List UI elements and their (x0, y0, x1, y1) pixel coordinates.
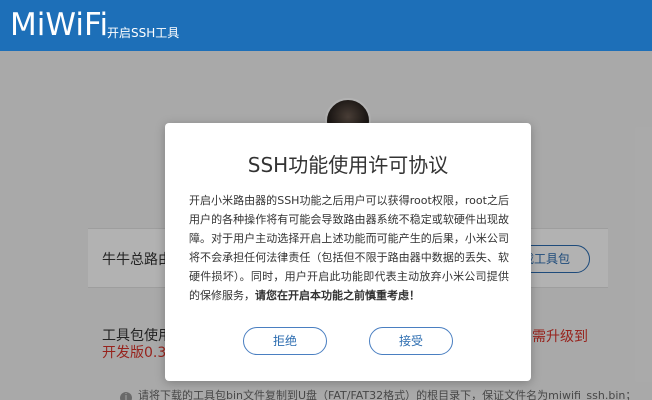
ssh-license-dialog: SSH功能使用许可协议 开启小米路由器的SSH功能之后用户可以获得root权限，… (165, 123, 531, 381)
accept-button[interactable]: 接受 (369, 327, 453, 355)
dialog-emphasis-text: 请您在开启本功能之前慎重考虑！ (255, 289, 420, 302)
dialog-title: SSH功能使用许可协议 (247, 153, 449, 177)
header-title: 开启SSH工具 (107, 26, 180, 40)
reject-button[interactable]: 拒绝 (243, 327, 327, 355)
top-header: MiWiFi 开启SSH工具 (0, 0, 652, 51)
miwifi-logo: MiWiFi (10, 7, 109, 43)
dialog-body: 开启小米路由器的SSH功能之后用户可以获得root权限，root之后用户的各种操… (189, 191, 509, 305)
dialog-body-text: 开启小米路由器的SSH功能之后用户可以获得root权限，root之后用户的各种操… (189, 194, 509, 302)
